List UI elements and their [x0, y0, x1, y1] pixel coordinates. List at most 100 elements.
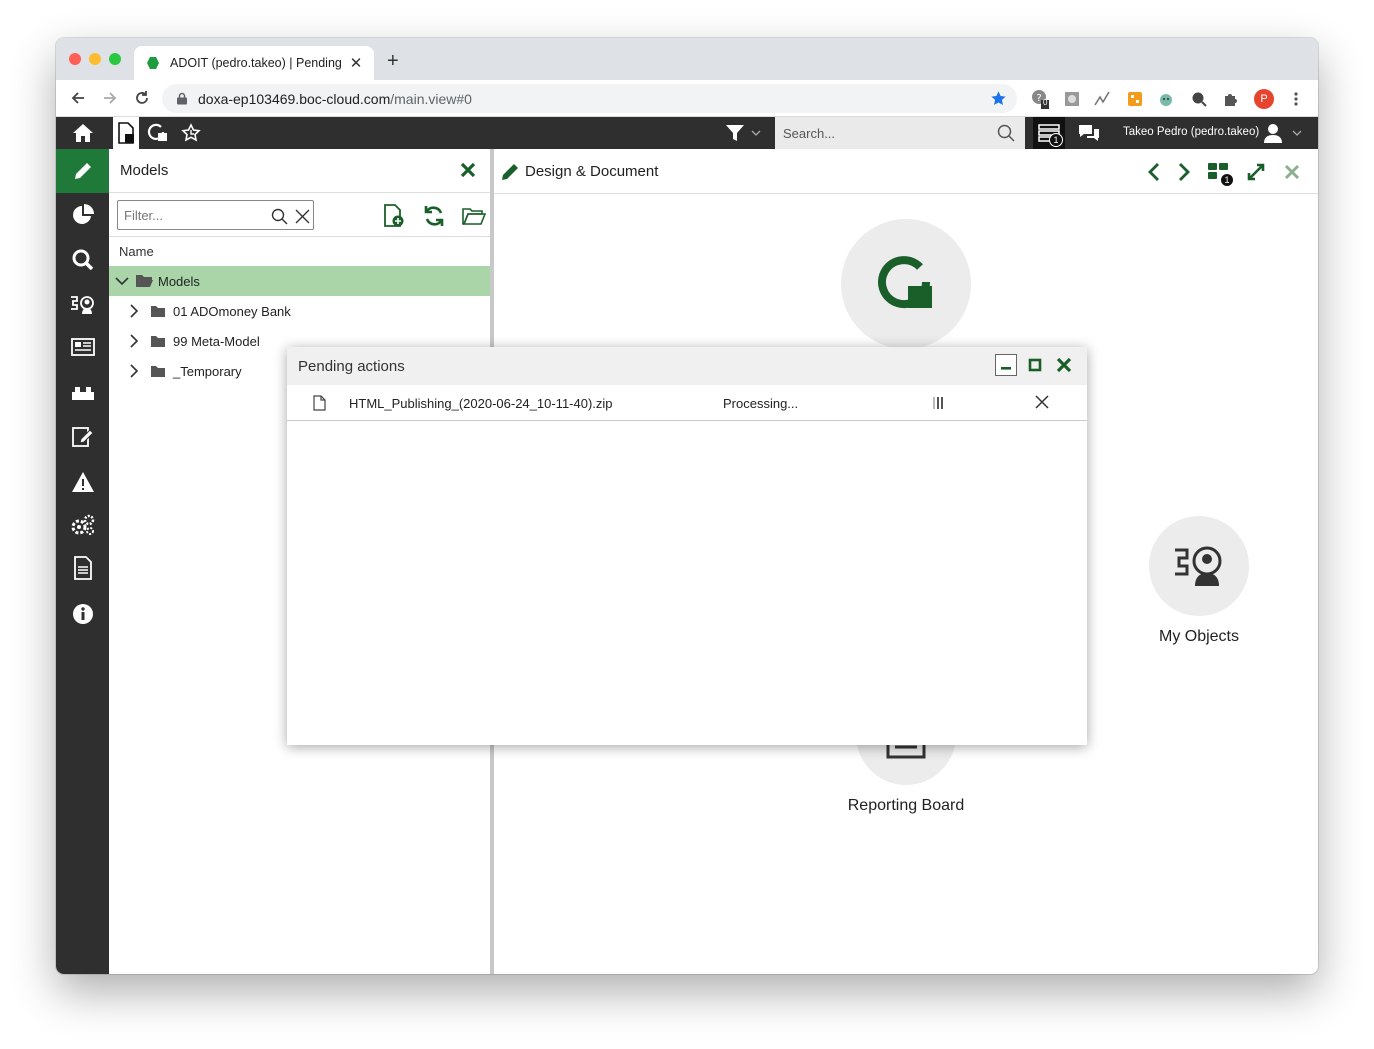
browser-tab[interactable]: ADOIT (pedro.takeo) | Pending ✕: [134, 46, 374, 80]
document-icon: [73, 556, 92, 580]
extension-badge: 0: [1043, 98, 1048, 107]
minimize-icon: [1001, 367, 1011, 370]
user-icon: [1264, 124, 1282, 143]
sidebar-item-search[interactable]: [56, 238, 109, 282]
svg-text:?: ?: [1036, 93, 1041, 104]
cancel-action-icon[interactable]: [1035, 395, 1049, 414]
sidebar-item-design[interactable]: [56, 149, 109, 193]
maximize-window-button[interactable]: [109, 53, 121, 65]
sidebar-item-documents[interactable]: [56, 546, 109, 590]
bookmark-star-icon[interactable]: [990, 90, 1007, 107]
tree-label: 01 ADOmoney Bank: [173, 303, 291, 319]
pending-action-filename: HTML_Publishing_(2020-06-24_10-11-40).zi…: [349, 396, 613, 411]
sidebar-item-analyze[interactable]: [56, 193, 109, 237]
chevron-right-icon[interactable]: [127, 334, 141, 348]
design-pane-title: Design & Document: [525, 163, 659, 180]
close-pane-icon[interactable]: [1280, 161, 1304, 183]
user-name-label[interactable]: Takeo Pedro (pedro.takeo): [1123, 126, 1259, 138]
minimize-window-button[interactable]: [89, 53, 101, 65]
filter-clear-icon[interactable]: [290, 204, 314, 228]
browser-tab-strip: ADOIT (pedro.takeo) | Pending ✕ +: [56, 38, 1318, 80]
home-button[interactable]: [56, 117, 109, 149]
info-icon: [72, 604, 93, 624]
search-icon[interactable]: [997, 124, 1015, 142]
tree-label: _Temporary: [173, 363, 242, 379]
next-icon[interactable]: [1172, 161, 1196, 183]
previous-icon[interactable]: [1142, 161, 1166, 183]
extension-help-icon[interactable]: ? 0: [1031, 90, 1049, 109]
sidebar-item-issues[interactable]: [56, 460, 109, 504]
pending-count-badge: 1: [1049, 133, 1063, 147]
fullscreen-icon[interactable]: [1244, 161, 1268, 183]
pending-actions-dialog: Pending actions HTML_Publishing_(2020-06…: [287, 347, 1087, 745]
browser-tab-title: ADOIT (pedro.takeo) | Pending: [170, 56, 342, 70]
close-panel-icon[interactable]: [460, 162, 476, 183]
name-column-header[interactable]: Name: [119, 244, 154, 259]
sidebar-item-catalog[interactable]: [56, 371, 109, 415]
refresh-icon[interactable]: [422, 204, 446, 228]
chevron-right-icon[interactable]: [127, 364, 141, 378]
close-dialog-button[interactable]: [1053, 354, 1075, 376]
my-objects-label[interactable]: My Objects: [1134, 628, 1264, 646]
user-menu-button[interactable]: [1259, 117, 1307, 149]
sidebar-item-my-objects[interactable]: [56, 283, 109, 327]
main-sidebar: [56, 149, 109, 974]
extension-magnifier-icon[interactable]: [1190, 90, 1208, 108]
chrome-menu-icon[interactable]: [1287, 90, 1305, 108]
reporting-board-label[interactable]: Reporting Board: [831, 797, 981, 815]
recent-tab-button[interactable]: [144, 117, 172, 149]
extension-pulse-icon[interactable]: [1093, 90, 1111, 108]
windows-overview-button[interactable]: 1: [1206, 161, 1234, 187]
funnel-icon: [726, 125, 744, 141]
filter-dropdown[interactable]: [720, 117, 766, 149]
pencil-icon: [74, 163, 91, 179]
minimize-dialog-button[interactable]: [995, 354, 1017, 376]
url-path: /main.view#0: [390, 90, 472, 107]
extension-orange-icon[interactable]: [1126, 90, 1144, 108]
recent-tile[interactable]: [841, 219, 971, 349]
sidebar-item-editor[interactable]: [56, 415, 109, 459]
chevron-right-icon[interactable]: [127, 304, 141, 318]
browser-toolbar: doxa-ep103469.boc-cloud.com/main.view#0 …: [56, 80, 1318, 117]
lock-icon: [177, 92, 187, 105]
sidebar-item-news[interactable]: [56, 325, 109, 369]
profile-avatar[interactable]: P: [1254, 89, 1274, 109]
sidebar-item-administration[interactable]: [56, 503, 109, 547]
my-objects-tile[interactable]: [1149, 516, 1249, 616]
extension-gray-icon[interactable]: [1063, 90, 1081, 108]
tree-row-models[interactable]: Models: [109, 266, 490, 296]
new-tab-button[interactable]: +: [387, 51, 399, 71]
address-bar[interactable]: doxa-ep103469.boc-cloud.com/main.view#0: [162, 84, 1017, 113]
maximize-dialog-button[interactable]: [1024, 354, 1046, 376]
sidebar-item-info[interactable]: [56, 592, 109, 636]
folder-icon: [151, 365, 165, 377]
filter-search-icon[interactable]: [267, 204, 291, 228]
progress-indicator-icon: [933, 397, 943, 409]
my-objects-icon: [70, 296, 94, 314]
forward-button[interactable]: [100, 88, 120, 108]
maximize-icon: [1028, 358, 1042, 372]
close-window-button[interactable]: [69, 53, 81, 65]
new-model-icon[interactable]: [382, 204, 406, 228]
pencil-icon: [502, 164, 518, 180]
tab-close-icon[interactable]: ✕: [348, 54, 364, 72]
history-tab-button[interactable]: [177, 117, 205, 149]
chevron-down-icon[interactable]: [115, 274, 129, 288]
pending-action-row: HTML_Publishing_(2020-06-24_10-11-40).zi…: [287, 385, 1087, 421]
global-search-input[interactable]: Search...: [775, 117, 1025, 149]
pending-actions-button[interactable]: 1: [1033, 117, 1065, 149]
app-header: Search... 1 Takeo Pedro (pedro.takeo): [56, 117, 1318, 149]
extension-cat-icon[interactable]: [1157, 90, 1175, 108]
warning-icon: [71, 472, 94, 492]
extensions-puzzle-icon[interactable]: [1222, 90, 1240, 108]
models-tab-button[interactable]: [113, 117, 139, 149]
back-button[interactable]: [68, 88, 88, 108]
my-objects-icon: [1175, 546, 1222, 586]
history-star-icon: [181, 123, 201, 142]
tree-row-adomoney-bank[interactable]: 01 ADOmoney Bank: [109, 296, 490, 326]
comments-button[interactable]: [1074, 117, 1104, 149]
open-folder-icon[interactable]: [462, 204, 486, 228]
file-icon: [313, 395, 326, 411]
reload-button[interactable]: [132, 88, 152, 108]
models-panel-header: Models: [109, 149, 490, 193]
